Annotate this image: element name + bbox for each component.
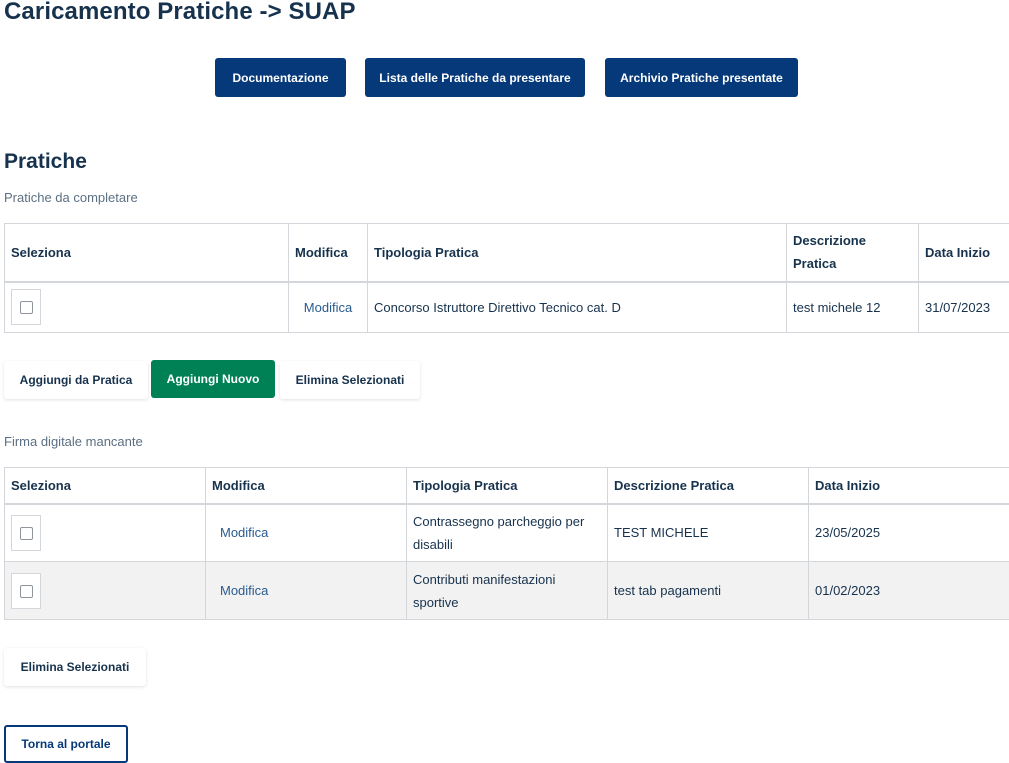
header-tipologia: Tipologia Pratica bbox=[367, 223, 787, 283]
firma-digitale-mancante-table: Seleziona Modifica Tipologia Pratica Des… bbox=[4, 467, 1009, 620]
header-descrizione: Descrizione Pratica bbox=[786, 223, 919, 283]
table-row: Modifica Contrassegno parcheggio per dis… bbox=[4, 503, 1009, 562]
page-title: Caricamento Pratiche -> SUAP bbox=[4, 0, 356, 25]
documentazione-button[interactable]: Documentazione bbox=[215, 58, 346, 97]
data-inizio-cell: 31/07/2023 bbox=[918, 281, 1009, 333]
row-checkbox[interactable] bbox=[11, 514, 41, 551]
row-checkbox[interactable] bbox=[11, 289, 41, 326]
table-row: Modifica Contributi manifestazioni sport… bbox=[4, 561, 1009, 620]
header-data-inizio: Data Inizio bbox=[918, 223, 1009, 283]
table-header-row: Seleziona Modifica Tipologia Pratica Des… bbox=[4, 223, 1009, 283]
elimina-selezionati-button-2[interactable]: Elimina Selezionati bbox=[4, 648, 146, 686]
header-tipologia: Tipologia Pratica bbox=[406, 467, 608, 505]
select-cell bbox=[4, 561, 206, 620]
select-cell bbox=[4, 503, 206, 562]
header-seleziona: Seleziona bbox=[4, 467, 206, 505]
row-checkbox[interactable] bbox=[11, 572, 41, 609]
descrizione-cell: test michele 12 bbox=[786, 281, 919, 333]
header-data-inizio: Data Inizio bbox=[808, 467, 1009, 505]
modifica-cell: Modifica bbox=[288, 281, 368, 333]
table1-caption: Pratiche da completare bbox=[4, 190, 138, 205]
header-descrizione: Descrizione Pratica bbox=[607, 467, 809, 505]
header-seleziona: Seleziona bbox=[4, 223, 289, 283]
modifica-cell: Modifica bbox=[205, 561, 407, 620]
checkbox-icon bbox=[20, 584, 33, 598]
modifica-link[interactable]: Modifica bbox=[220, 583, 268, 598]
tipologia-cell: Concorso Istruttore Direttivo Tecnico ca… bbox=[367, 281, 787, 333]
table2-caption: Firma digitale mancante bbox=[4, 434, 143, 449]
select-cell bbox=[4, 281, 289, 333]
table-header-row: Seleziona Modifica Tipologia Pratica Des… bbox=[4, 467, 1009, 505]
data-inizio-cell: 01/02/2023 bbox=[808, 561, 1009, 620]
header-modifica: Modifica bbox=[205, 467, 407, 505]
header-modifica: Modifica bbox=[288, 223, 368, 283]
modifica-link[interactable]: Modifica bbox=[220, 525, 268, 540]
modifica-cell: Modifica bbox=[205, 503, 407, 562]
pratiche-da-completare-table: Seleziona Modifica Tipologia Pratica Des… bbox=[4, 223, 1009, 333]
tipologia-cell: Contributi manifestazioni sportive bbox=[406, 561, 608, 620]
checkbox-icon bbox=[20, 526, 33, 540]
aggiungi-da-pratica-button[interactable]: Aggiungi da Pratica bbox=[4, 361, 148, 399]
descrizione-cell: test tab pagamenti bbox=[607, 561, 809, 620]
descrizione-cell: TEST MICHELE bbox=[607, 503, 809, 562]
data-inizio-cell: 23/05/2025 bbox=[808, 503, 1009, 562]
tipologia-cell: Contrassegno parcheggio per disabili bbox=[406, 503, 608, 562]
section-title: Pratiche bbox=[4, 150, 87, 173]
checkbox-icon bbox=[20, 301, 33, 315]
torna-al-portale-button[interactable]: Torna al portale bbox=[4, 725, 128, 763]
aggiungi-nuovo-button[interactable]: Aggiungi Nuovo bbox=[151, 360, 275, 398]
table-row: Modifica Concorso Istruttore Direttivo T… bbox=[4, 281, 1009, 333]
modifica-link[interactable]: Modifica bbox=[304, 300, 352, 315]
elimina-selezionati-button[interactable]: Elimina Selezionati bbox=[280, 361, 420, 399]
top-button-bar: Documentazione Lista delle Pratiche da p… bbox=[0, 58, 1009, 97]
lista-pratiche-button[interactable]: Lista delle Pratiche da presentare bbox=[365, 58, 585, 97]
archivio-pratiche-button[interactable]: Archivio Pratiche presentate bbox=[605, 58, 798, 97]
